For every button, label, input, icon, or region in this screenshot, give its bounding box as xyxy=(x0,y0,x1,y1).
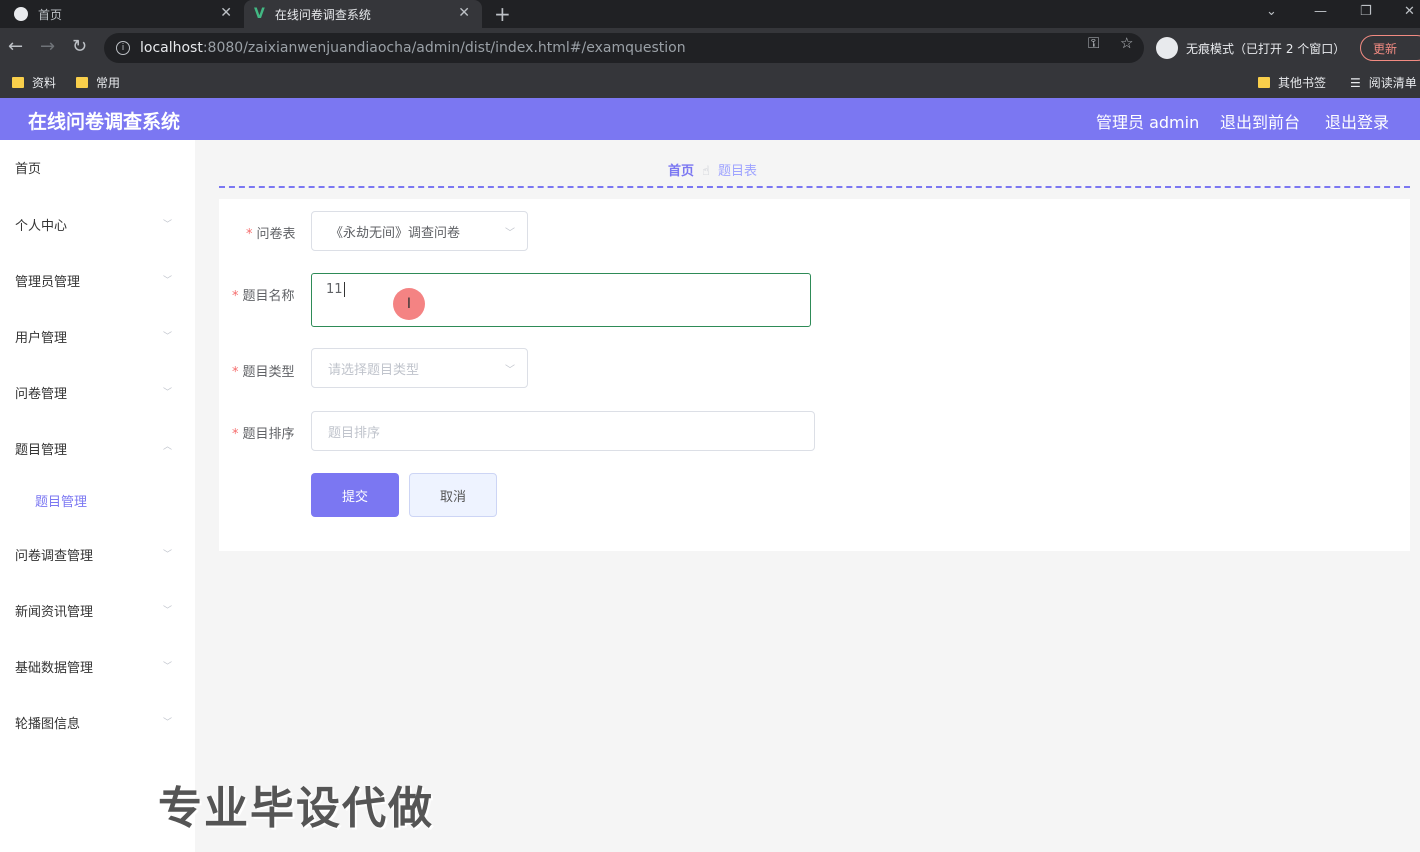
reading-list-icon: ☰ xyxy=(1350,75,1361,90)
key-icon[interactable]: ⚿ xyxy=(1088,34,1099,52)
question-title-textarea[interactable]: 11 xyxy=(311,273,811,327)
url-host: localhost xyxy=(140,40,203,56)
minimize-icon[interactable]: — xyxy=(1314,4,1327,19)
chevron-down-icon: ﹀ xyxy=(163,606,173,616)
sidebar-item-carousel-info[interactable]: 轮播图信息 xyxy=(15,713,80,732)
questionnaire-select[interactable]: 《永劫无间》调查问卷 ﹀ xyxy=(311,211,528,251)
cancel-button[interactable]: 取消 xyxy=(409,473,497,517)
close-icon[interactable]: ✕ xyxy=(458,5,470,21)
question-title-value: 11 xyxy=(326,282,343,297)
update-button[interactable]: 更新 xyxy=(1360,35,1420,61)
to-front-link[interactable]: 退出到前台 xyxy=(1220,109,1300,133)
watermark-text: 专业毕设代做 xyxy=(158,783,434,834)
vue-logo-icon: V xyxy=(254,6,265,22)
question-order-input[interactable]: 题目排序 xyxy=(311,411,815,451)
window-close-icon[interactable]: ✕ xyxy=(1404,4,1415,19)
incognito-indicator[interactable]: 无痕模式（已打开 2 个窗口） xyxy=(1156,33,1345,63)
chevron-down-icon: ﹀ xyxy=(163,550,173,560)
mouse-cursor-icon: I xyxy=(393,288,425,320)
questionnaire-value: 《永劫无间》调查问卷 xyxy=(330,225,461,241)
bookmark-folder[interactable]: 常用 xyxy=(76,74,120,91)
close-icon[interactable]: ✕ xyxy=(220,5,232,21)
incognito-icon xyxy=(1156,37,1178,59)
sidebar-item-question-management[interactable]: 题目管理 xyxy=(15,439,67,458)
sidebar-subitem-question-management[interactable]: 题目管理 xyxy=(35,491,87,510)
question-type-select[interactable]: 请选择题目类型 ﹀ xyxy=(311,348,528,388)
chevron-down-icon: ﹀ xyxy=(163,276,173,286)
app-header: 在线问卷调查系统 管理员 admin 退出到前台 退出登录 xyxy=(0,98,1420,140)
breadcrumb-home[interactable]: 首页 xyxy=(668,164,694,179)
new-tab-icon[interactable]: + xyxy=(494,2,511,26)
logout-link[interactable]: 退出登录 xyxy=(1325,109,1389,133)
bookmark-folder[interactable]: 资料 xyxy=(12,74,56,91)
chevron-down-icon: ﹀ xyxy=(163,718,173,728)
sidebar-item-news-management[interactable]: 新闻资讯管理 xyxy=(15,601,93,620)
question-order-placeholder: 题目排序 xyxy=(328,425,381,441)
sidebar: 首页 个人中心 ﹀ 管理员管理 ﹀ 用户管理 ﹀ 问卷管理 ﹀ 题目管理 ︿ 题… xyxy=(0,140,195,852)
browser-tab-home[interactable]: 首页 ✕ xyxy=(0,0,244,28)
chevron-down-icon: ﹀ xyxy=(163,388,173,398)
bookmark-label: 常用 xyxy=(96,76,121,90)
chevron-down-icon: ﹀ xyxy=(505,228,515,239)
sidebar-item-admin-management[interactable]: 管理员管理 xyxy=(15,271,80,290)
browser-tab-strip: 首页 ✕ V 在线问卷调查系统 ✕ + ⌄ — ❐ ✕ xyxy=(0,0,1420,28)
hand-icon: ☝ xyxy=(702,164,710,179)
folder-icon xyxy=(12,77,24,88)
breadcrumb-divider xyxy=(219,186,1410,188)
questionnaire-label: * 问卷表 xyxy=(246,227,296,242)
reading-list[interactable]: ☰ 阅读清单 xyxy=(1350,74,1417,91)
star-icon[interactable]: ☆ xyxy=(1120,34,1133,52)
question-title-label: * 题目名称 xyxy=(232,289,295,304)
breadcrumb: 首页 ☝ 题目表 xyxy=(668,160,757,179)
sidebar-item-user-management[interactable]: 用户管理 xyxy=(15,327,67,346)
chevron-down-icon: ﹀ xyxy=(163,220,173,230)
sidebar-item-survey-management[interactable]: 问卷调查管理 xyxy=(15,545,93,564)
chevron-down-icon: ﹀ xyxy=(505,365,515,376)
url-bar[interactable]: i localhost:8080/zaixianwenjuandiaocha/a… xyxy=(104,33,1144,63)
update-label: 更新 xyxy=(1373,41,1398,56)
chevron-down-icon: ﹀ xyxy=(163,662,173,672)
back-icon[interactable]: ← xyxy=(8,37,23,57)
tab-label: 首页 xyxy=(38,7,63,22)
tab-label: 在线问卷调查系统 xyxy=(274,7,371,22)
address-toolbar: ← → ↻ i localhost:8080/zaixianwenjuandia… xyxy=(0,28,1420,68)
question-order-label: * 题目排序 xyxy=(232,427,295,442)
bookmark-label: 阅读清单 xyxy=(1368,76,1417,90)
bookmark-label: 资料 xyxy=(32,76,57,90)
sidebar-item-personal-center[interactable]: 个人中心 xyxy=(15,215,67,234)
sidebar-item-questionnaire-management[interactable]: 问卷管理 xyxy=(15,383,67,402)
sidebar-item-home[interactable]: 首页 xyxy=(15,158,41,177)
url-path: :8080/zaixianwenjuandiaocha/admin/dist/i… xyxy=(202,40,686,56)
globe-icon xyxy=(14,7,28,21)
folder-icon xyxy=(76,77,88,88)
browser-tab-active[interactable]: V 在线问卷调查系统 ✕ xyxy=(244,0,482,28)
question-type-placeholder: 请选择题目类型 xyxy=(328,362,420,378)
tab-search-icon[interactable]: ⌄ xyxy=(1266,4,1277,19)
chevron-down-icon: ﹀ xyxy=(163,332,173,342)
sidebar-item-base-data-management[interactable]: 基础数据管理 xyxy=(15,657,93,676)
folder-icon xyxy=(1258,77,1270,88)
incognito-label: 无痕模式（已打开 2 个窗口） xyxy=(1186,41,1346,56)
bookmark-label: 其他书签 xyxy=(1278,76,1327,90)
app-title: 在线问卷调查系统 xyxy=(28,111,181,133)
chevron-up-icon: ︿ xyxy=(163,442,173,452)
forward-icon[interactable]: → xyxy=(40,37,55,57)
submit-button[interactable]: 提交 xyxy=(311,473,399,517)
reload-icon[interactable]: ↻ xyxy=(72,37,87,57)
maximize-icon[interactable]: ❐ xyxy=(1360,4,1372,19)
breadcrumb-current: 题目表 xyxy=(717,164,757,179)
bookmarks-bar: 资料 常用 其他书签 ☰ 阅读清单 xyxy=(0,68,1420,98)
user-label: 管理员 admin xyxy=(1096,113,1200,132)
question-type-label: * 题目类型 xyxy=(232,365,295,380)
site-info-icon[interactable]: i xyxy=(116,41,130,55)
bookmark-folder[interactable]: 其他书签 xyxy=(1258,74,1326,91)
